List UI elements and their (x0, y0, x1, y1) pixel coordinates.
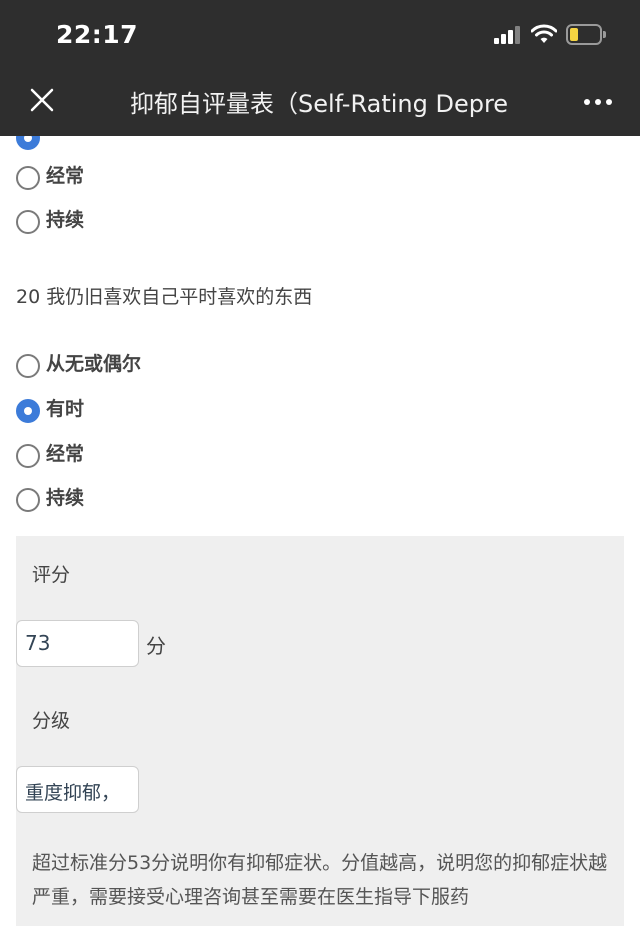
questionnaire-content: 经常 持续 20 我仍旧喜欢自己平时喜欢的东西 从无或偶尔 有时 经常 持续 评… (0, 136, 640, 926)
option-always[interactable]: 持续 (16, 476, 84, 516)
option-label: 有时 (46, 397, 85, 420)
option-sometimes[interactable]: 有时 (16, 387, 84, 427)
score-label: 评分 (32, 564, 71, 586)
page-title: 抑郁自评量表（Self-Rating Depre (130, 90, 509, 118)
close-icon[interactable] (24, 82, 60, 118)
radio-button[interactable] (16, 166, 40, 190)
status-time: 22:17 (56, 20, 139, 49)
radio-button-partial[interactable] (16, 136, 40, 150)
radio-button[interactable] (16, 354, 40, 378)
option-label: 从无或偶尔 (46, 352, 142, 375)
radio-button[interactable] (16, 488, 40, 512)
score-field[interactable]: 73 (16, 620, 139, 667)
more-icon[interactable] (580, 90, 616, 114)
option-prev-often[interactable]: 经常 (16, 154, 84, 194)
option-never-or-rarely[interactable]: 从无或偶尔 (16, 342, 141, 382)
cellular-signal-icon (494, 26, 522, 44)
question-20-text: 20 我仍旧喜欢自己平时喜欢的东西 (16, 286, 313, 308)
option-often[interactable]: 经常 (16, 432, 84, 472)
option-label: 持续 (46, 486, 85, 509)
grade-label: 分级 (32, 710, 71, 732)
result-note: 超过标准分53分说明你有抑郁症状。分值越高，说明您的抑郁症状越严重，需要接受心理… (32, 852, 608, 908)
top-bar: 22:17 抑郁自评量表（Self-Rating Depre (0, 0, 640, 136)
wifi-icon (531, 24, 557, 43)
grade-field[interactable]: 重度抑郁， (16, 766, 139, 813)
option-label: 持续 (46, 208, 85, 231)
option-label: 经常 (46, 442, 85, 465)
option-label: 经常 (46, 164, 85, 187)
radio-button-selected[interactable] (16, 399, 40, 423)
score-unit: 分 (146, 634, 166, 658)
radio-button[interactable] (16, 444, 40, 468)
result-panel: 评分 73 分 分级 重度抑郁， 超过标准分53分说明你有抑郁症状。分值越高，说… (16, 536, 624, 926)
option-prev-always[interactable]: 持续 (16, 198, 84, 238)
radio-button[interactable] (16, 210, 40, 234)
battery-icon (566, 24, 606, 45)
